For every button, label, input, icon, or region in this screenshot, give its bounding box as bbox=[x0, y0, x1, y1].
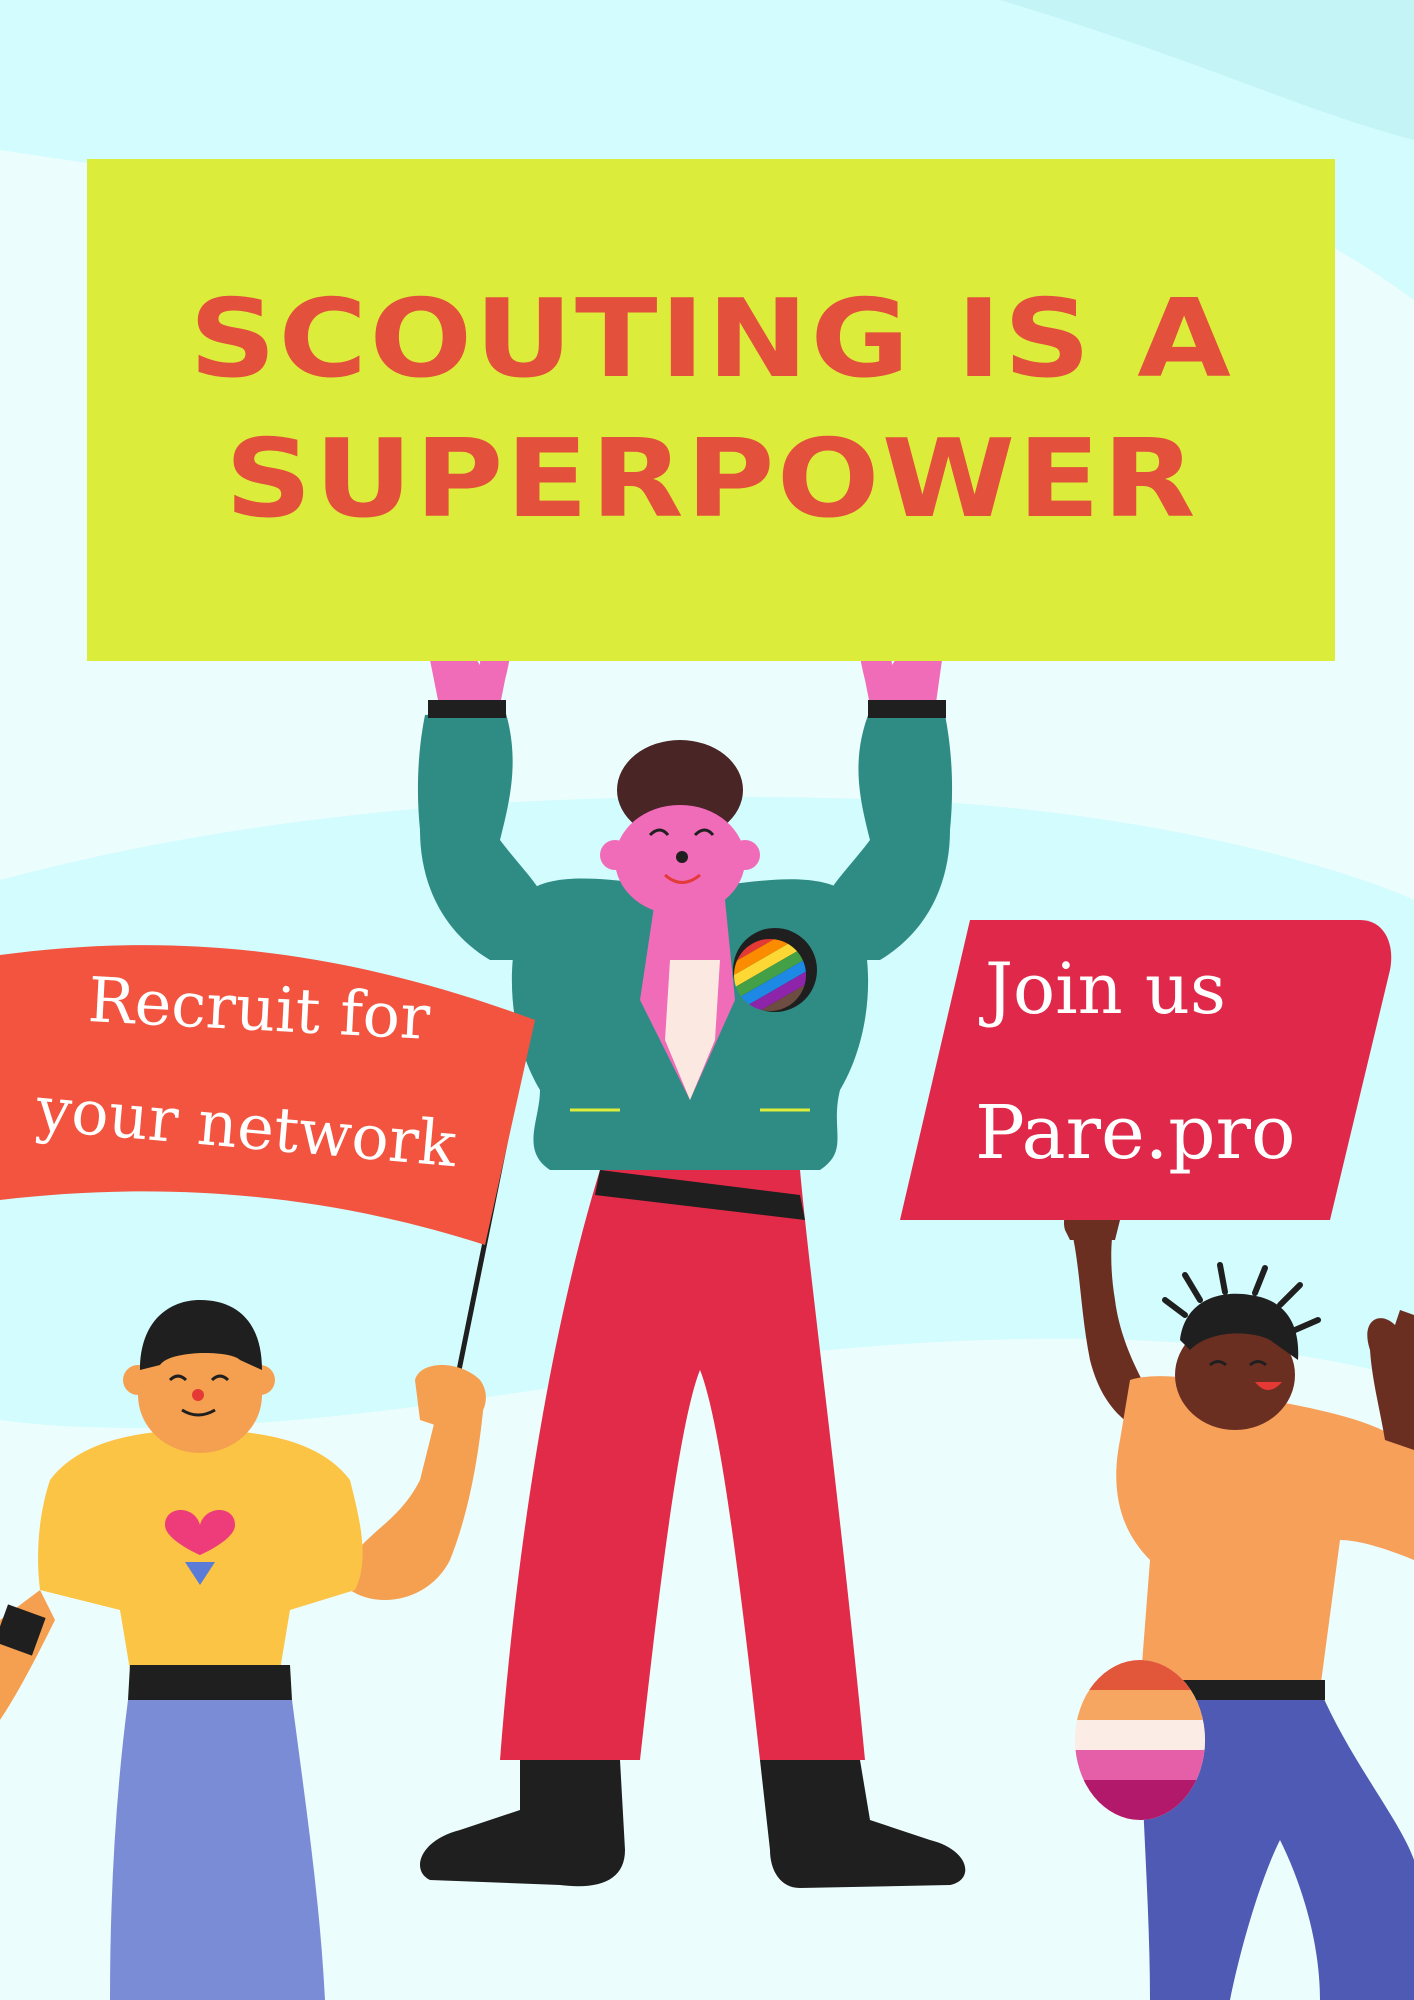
join-link-text[interactable]: Pare.pro bbox=[975, 1090, 1296, 1176]
poster: SCOUTING IS A SUPERPOWER Recruit for you… bbox=[0, 0, 1414, 2000]
right-boot bbox=[760, 1760, 966, 1888]
join-text-line-1: Join us bbox=[985, 948, 1226, 1030]
left-boot bbox=[420, 1760, 625, 1887]
left-cuff bbox=[428, 700, 506, 718]
left-pants bbox=[110, 1700, 325, 2000]
right-cuff bbox=[868, 700, 946, 718]
headline-line-1: SCOUTING IS A bbox=[188, 277, 1234, 402]
left-belt bbox=[128, 1665, 292, 1700]
right-shirt bbox=[1116, 1376, 1414, 1690]
headline-line-2: SUPERPOWER bbox=[224, 417, 1198, 542]
headline-sign: SCOUTING IS A SUPERPOWER bbox=[87, 159, 1335, 661]
